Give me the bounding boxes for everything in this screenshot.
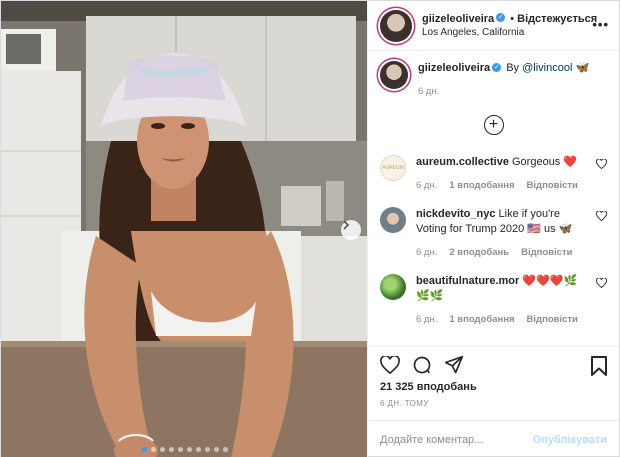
post-time[interactable]: 6 дн. тому	[380, 399, 607, 408]
post-caption: giizeleoliveira ✓ By @livincool 🦋 6 дн.	[380, 61, 607, 99]
comment-time[interactable]: 6 дн.	[416, 312, 437, 327]
carousel-dot	[178, 447, 183, 452]
comment-item: AUREUM aureum.collective Gorgeous ❤️ 6 д…	[380, 155, 607, 193]
verified-badge-icon: ✓	[496, 13, 506, 23]
comment-avatar[interactable]	[380, 274, 406, 300]
comment-likes[interactable]: 1 вподобання	[449, 178, 514, 193]
plus-circle-icon[interactable]: +	[483, 115, 504, 135]
comments-section[interactable]: giizeleoliveira ✓ By @livincool 🦋 6 дн. +…	[368, 51, 619, 346]
header-text: giizeleoliveira ✓ • Відстежується Los Ang…	[422, 12, 597, 40]
like-heart-icon[interactable]	[380, 356, 400, 374]
caption-avatar[interactable]	[380, 61, 408, 89]
comment-reply-button[interactable]: Відповісти	[521, 245, 572, 260]
author-username[interactable]: giizeleoliveira	[422, 13, 494, 25]
comment-time[interactable]: 6 дн.	[416, 245, 437, 260]
add-comment-bar: Опублікувати	[368, 420, 619, 457]
carousel-dot	[151, 447, 156, 452]
comment-item: beautifulnature.mor ❤️❤️❤️🌿🌿🌿 6 дн. 1 вп…	[380, 274, 607, 327]
post-footer: 21 325 вподобань 6 дн. тому	[368, 346, 619, 408]
comment-body: nickdevito_nyc Like if you're Voting for…	[416, 207, 585, 260]
chevron-right-icon	[343, 220, 350, 230]
caption-text: By	[506, 62, 520, 74]
instagram-post: giizeleoliveira ✓ • Відстежується Los Ang…	[0, 0, 620, 457]
carousel-dot	[196, 447, 201, 452]
comment-likes[interactable]: 1 вподобання	[449, 312, 514, 327]
heart-icon[interactable]	[596, 278, 607, 288]
comment-item: nickdevito_nyc Like if you're Voting for…	[380, 207, 607, 260]
comment-username[interactable]: beautifulnature.mor	[416, 275, 519, 287]
caption-mention[interactable]: @livincool	[522, 62, 572, 74]
author-avatar[interactable]	[380, 9, 412, 42]
carousel-dot	[160, 447, 165, 452]
heart-icon[interactable]	[596, 211, 607, 221]
comment-body: beautifulnature.mor ❤️❤️❤️🌿🌿🌿 6 дн. 1 вп…	[416, 274, 585, 327]
comment-username[interactable]: aureum.collective	[416, 156, 509, 168]
post-photo[interactable]	[1, 1, 367, 457]
follow-status-button[interactable]: Відстежується	[517, 13, 597, 25]
comment-username[interactable]: nickdevito_nyc	[416, 208, 495, 220]
post-location[interactable]: Los Angeles, California	[422, 26, 597, 40]
comment-text: Gorgeous ❤️	[512, 156, 578, 168]
comment-bubble-icon[interactable]	[412, 355, 432, 375]
action-bar	[380, 347, 607, 383]
carousel-dot	[142, 447, 147, 452]
comment-body: aureum.collective Gorgeous ❤️ 6 дн. 1 вп…	[416, 155, 578, 193]
carousel-dot	[187, 447, 192, 452]
publish-button[interactable]: Опублікувати	[533, 434, 607, 446]
photo-illustration	[1, 1, 367, 457]
carousel-dot	[214, 447, 219, 452]
carousel-dots	[1, 447, 367, 452]
heart-icon[interactable]	[596, 159, 607, 169]
load-more-comments: +	[380, 115, 607, 135]
caption-time[interactable]: 6 дн.	[418, 84, 439, 99]
header-separator: •	[510, 12, 515, 25]
share-send-icon[interactable]	[444, 355, 464, 375]
verified-badge-icon: ✓	[492, 62, 502, 72]
more-icon[interactable]: •••	[592, 17, 609, 32]
comment-avatar[interactable]: AUREUM	[380, 155, 406, 181]
next-image-button[interactable]	[341, 220, 361, 240]
comment-input[interactable]	[380, 433, 533, 446]
comment-reply-button[interactable]: Відповісти	[527, 178, 578, 193]
caption-username[interactable]: giizeleoliveira	[418, 62, 490, 74]
comment-avatar[interactable]	[380, 207, 406, 233]
carousel-dot	[223, 447, 228, 452]
comment-time[interactable]: 6 дн.	[416, 178, 437, 193]
comment-likes[interactable]: 2 вподобань	[449, 245, 509, 260]
carousel-dot	[169, 447, 174, 452]
post-side-panel: giizeleoliveira ✓ • Відстежується Los Ang…	[367, 1, 619, 457]
caption-body: giizeleoliveira ✓ By @livincool 🦋 6 дн.	[418, 61, 589, 99]
bookmark-icon[interactable]	[591, 356, 607, 376]
carousel-dot	[205, 447, 210, 452]
caption-emoji: 🦋	[575, 62, 590, 74]
post-header: giizeleoliveira ✓ • Відстежується Los Ang…	[368, 1, 619, 51]
comment-reply-button[interactable]: Відповісти	[527, 312, 578, 327]
